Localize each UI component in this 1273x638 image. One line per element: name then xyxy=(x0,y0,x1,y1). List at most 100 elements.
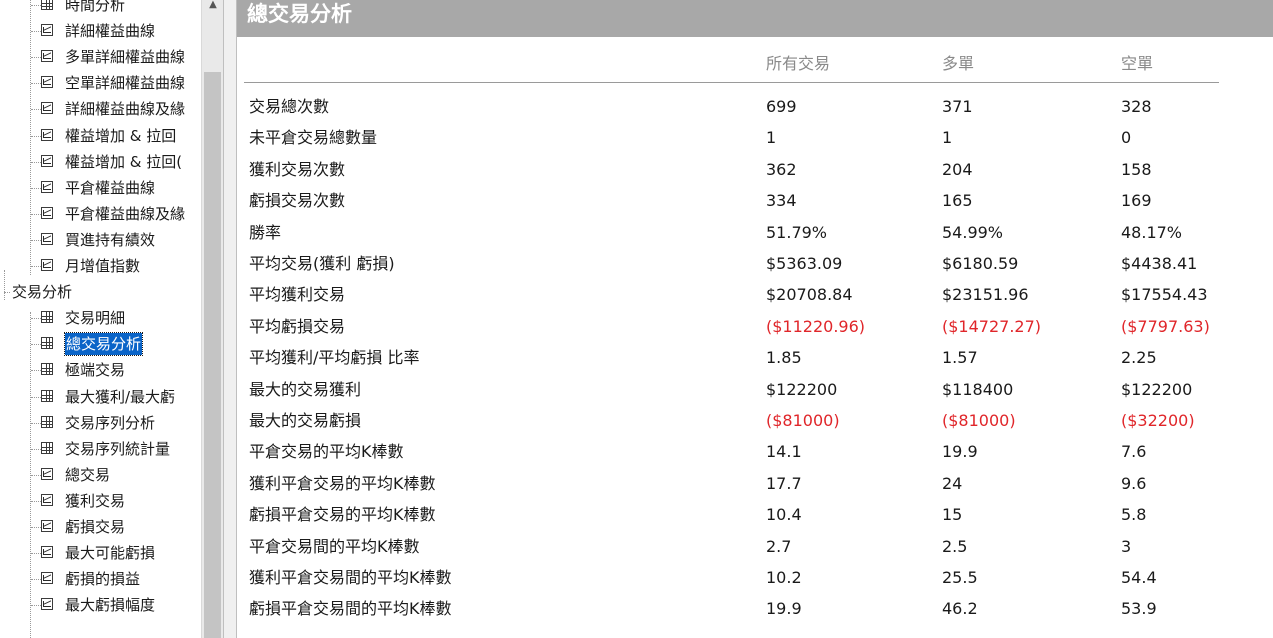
table-row: 虧損交易次數 334 165 169 xyxy=(237,191,1273,223)
chart-icon xyxy=(41,520,53,532)
tree-item-label: 交易分析 xyxy=(12,283,73,302)
pane-splitter[interactable] xyxy=(223,0,237,638)
tree-item[interactable]: 權益增加 & 拉回 xyxy=(0,123,201,149)
row-label: 獲利交易次數 xyxy=(249,159,346,179)
value-all-trades: $5363.09 xyxy=(766,254,843,273)
chart-icon xyxy=(41,24,53,37)
value-short: 328 xyxy=(1121,97,1152,116)
header-divider xyxy=(244,82,1219,83)
row-label: 勝率 xyxy=(249,222,282,242)
table-row: 平均獲利交易 $20708.84 $23151.96 $17554.43 xyxy=(237,285,1273,317)
value-all-trades: $122200 xyxy=(766,379,838,399)
chart-icon xyxy=(41,232,53,245)
value-long: 371 xyxy=(942,97,973,116)
value-long: 15 xyxy=(942,505,963,525)
tree-item[interactable]: 權益增加 & 拉回( xyxy=(0,149,201,175)
table-row: 虧損平倉交易間的平均K棒數 19.9 46.2 53.9 xyxy=(237,599,1273,631)
tree-item[interactable]: 多單詳細權益曲線 xyxy=(0,44,201,70)
tree-connector xyxy=(31,448,41,450)
tree-item-label: 極端交易 xyxy=(65,361,126,380)
tree-item[interactable]: 極端交易 xyxy=(0,357,201,383)
value-short: ($32200) xyxy=(1121,411,1195,430)
tree-item-label: 最大可能虧損 xyxy=(65,544,156,563)
tree-connector xyxy=(4,292,10,294)
value-short: 54.4 xyxy=(1121,568,1157,587)
row-label: 平倉交易的平均K棒數 xyxy=(249,442,404,462)
row-label: 交易總次數 xyxy=(249,97,330,116)
tree-connector xyxy=(31,5,41,6)
value-all-trades: 334 xyxy=(766,191,797,211)
value-all-trades: 2.7 xyxy=(766,536,792,556)
value-all-trades: 1 xyxy=(766,128,777,148)
value-all-trades: 699 xyxy=(766,97,797,116)
tree-item-label: 總交易 xyxy=(65,465,111,484)
value-long: 54.99% xyxy=(942,222,1004,242)
tree-group[interactable]: 交易分析 xyxy=(0,279,201,305)
value-all-trades: 362 xyxy=(766,159,797,179)
tree-item-label: 詳細權益曲線及緣 xyxy=(65,100,186,119)
tree-connector xyxy=(31,318,41,320)
value-short: $4438.41 xyxy=(1121,254,1198,273)
value-long: 19.9 xyxy=(942,442,978,462)
chart-icon xyxy=(41,180,53,193)
value-short: 5.8 xyxy=(1121,505,1147,525)
table-icon xyxy=(41,389,53,402)
tree-item[interactable]: 交易序列分析 xyxy=(0,410,201,436)
tree-item[interactable]: 總交易分析 xyxy=(0,331,201,357)
table-row: 平均虧損交易 ($11220.96) ($14727.27) ($7797.63) xyxy=(237,317,1273,349)
tree-item[interactable]: 交易序列統計量 xyxy=(0,436,201,462)
tree-item-label: 多單詳細權益曲線 xyxy=(65,48,186,67)
tree-item[interactable]: 平倉權益曲線及緣 xyxy=(0,201,201,227)
tree-item[interactable]: 詳細權益曲線及緣 xyxy=(0,96,201,122)
tree-item[interactable]: 虧損交易 xyxy=(0,514,201,540)
tree-item-label: 平倉權益曲線及緣 xyxy=(65,204,186,223)
report-title: 總交易分析 xyxy=(237,0,1273,37)
tree-item-label: 空單詳細權益曲線 xyxy=(65,74,186,93)
table-icon xyxy=(41,363,53,376)
tree-item-label: 時間分析 xyxy=(65,0,126,14)
chart-icon xyxy=(41,102,53,115)
row-label: 平倉交易間的平均K棒數 xyxy=(249,536,420,556)
tree-item[interactable]: 交易明細 xyxy=(0,305,201,331)
scrollbar-thumb[interactable] xyxy=(204,72,221,638)
tree-item[interactable]: 詳細權益曲線 xyxy=(0,18,201,44)
tree-connector xyxy=(31,213,41,215)
value-long: $118400 xyxy=(942,379,1014,399)
tree-connector xyxy=(31,605,41,607)
tree-item-label: 平倉權益曲線 xyxy=(65,178,156,197)
tree-item[interactable]: 時間分析 xyxy=(0,0,201,18)
tree-connector xyxy=(31,527,41,528)
tree-item-label: 權益增加 & 拉回( xyxy=(65,152,183,171)
tree-item[interactable]: 最大虧損幅度 xyxy=(0,592,201,618)
value-short: 53.9 xyxy=(1121,599,1157,619)
value-long: 24 xyxy=(942,473,963,493)
tree-item-label: 虧損的損益 xyxy=(65,570,141,589)
tree-scrollbar[interactable]: ▲ xyxy=(201,0,223,638)
row-label: 平均虧損交易 xyxy=(249,316,346,336)
tree-item[interactable]: 總交易 xyxy=(0,462,201,488)
table-icon xyxy=(41,441,53,454)
tree-connector xyxy=(31,57,41,59)
tree-item[interactable]: 平倉權益曲線 xyxy=(0,175,201,201)
table-row: 未平倉交易總數量 1 1 0 xyxy=(237,128,1273,160)
tree-item-label: 詳細權益曲線 xyxy=(65,22,156,41)
value-long: 46.2 xyxy=(942,599,978,619)
tree-item[interactable]: 月增值指數 xyxy=(0,253,201,279)
value-long: 25.5 xyxy=(942,568,978,587)
tree-item-label: 月增值指數 xyxy=(65,257,141,275)
tree-item[interactable]: 最大獲利/最大虧 xyxy=(0,384,201,410)
tree-item[interactable]: 虧損的損益 xyxy=(0,566,201,592)
value-all-trades: ($11220.96) xyxy=(766,316,866,336)
scroll-up-arrow-icon[interactable]: ▲ xyxy=(205,0,221,10)
value-all-trades: 17.7 xyxy=(766,473,802,493)
tree-item[interactable]: 最大可能虧損 xyxy=(0,540,201,566)
row-label: 最大的交易獲利 xyxy=(249,379,362,399)
value-long: 165 xyxy=(942,191,973,211)
navigation-tree: 時間分析 詳細權益曲線 多單詳細權益曲線 空單詳細權益曲線 詳細權益曲線及緣 權益增加 &… xyxy=(0,0,201,638)
tree-item[interactable]: 空單詳細權益曲線 xyxy=(0,70,201,96)
tree-connector xyxy=(31,500,41,502)
tree-item[interactable]: 買進持有績效 xyxy=(0,227,201,253)
value-short: 158 xyxy=(1121,159,1152,179)
tree-item[interactable]: 獲利交易 xyxy=(0,488,201,514)
value-short: $122200 xyxy=(1121,379,1193,399)
